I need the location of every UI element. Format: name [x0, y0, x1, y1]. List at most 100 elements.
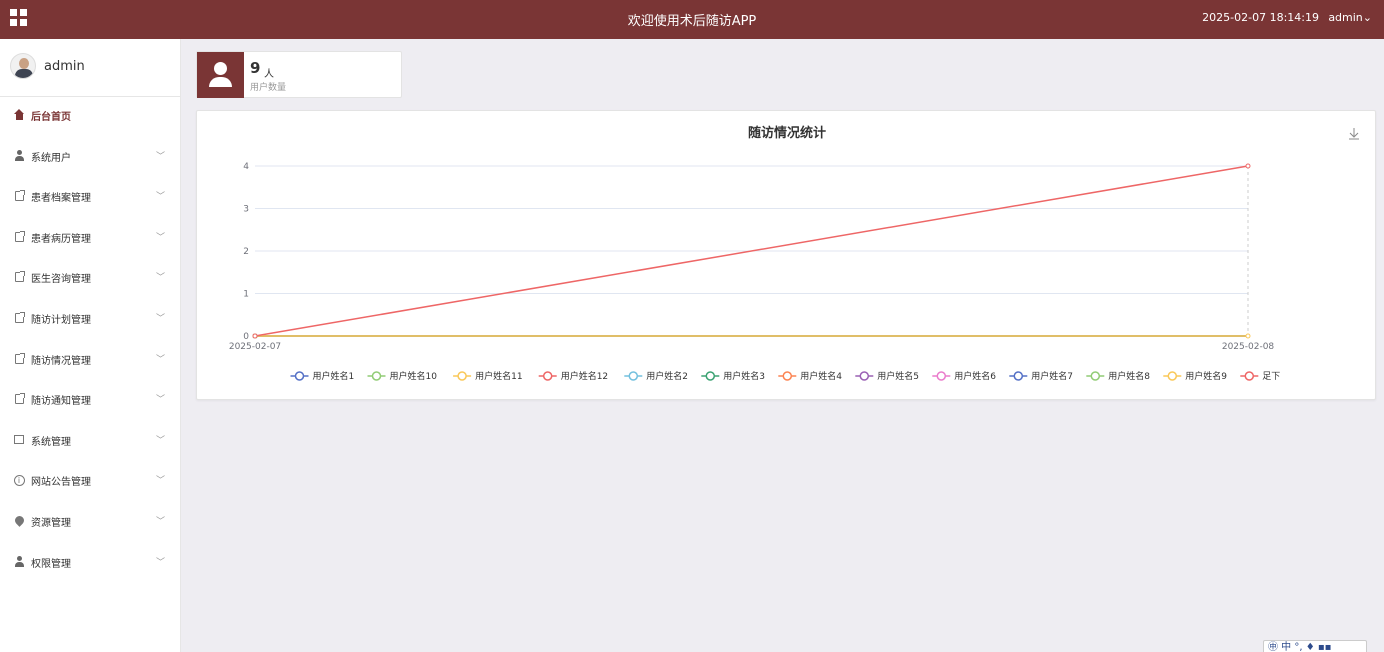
document-icon: [13, 352, 25, 365]
legend-item[interactable]: 用户姓名8: [1086, 370, 1150, 382]
info-icon: i: [13, 474, 25, 487]
top-bar: 欢迎使用术后随访APP 2025-02-07 18:14:19 admin⌄: [0, 0, 1384, 39]
sidebar-item-label: 系统管理: [31, 436, 71, 448]
legend-label: 用户姓名2: [646, 370, 688, 382]
legend-item[interactable]: 足下: [1240, 371, 1280, 382]
chevron-down-icon: ﹀: [155, 395, 165, 406]
sidebar-item-9[interactable]: i 网站公告管理 ﹀: [0, 461, 181, 501]
chart-title: 随访情况统计: [748, 125, 826, 141]
chevron-down-icon: ﹀: [155, 517, 165, 527]
user-count-unit: 人: [264, 69, 274, 80]
legend-label: 用户姓名6: [954, 370, 996, 382]
sidebar-item-4[interactable]: 医生咨询管理 ﹀: [0, 258, 181, 298]
legend-item[interactable]: 用户姓名12: [538, 370, 608, 382]
y-tick-label: 0: [243, 332, 249, 342]
legend-label: 用户姓名12: [561, 370, 608, 382]
user-menu-dropdown[interactable]: admin⌄: [1328, 11, 1372, 24]
sidebar-item-label: 随访情况管理: [31, 355, 91, 367]
y-tick-label: 4: [243, 162, 249, 172]
avatar: [10, 53, 36, 79]
legend-item[interactable]: 用户姓名4: [778, 370, 842, 382]
legend-label: 用户姓名8: [1108, 370, 1150, 382]
sidebar-item-2[interactable]: 患者档案管理 ﹀: [0, 177, 181, 217]
sidebar-item-6[interactable]: 随访情况管理 ﹀: [0, 340, 181, 380]
sidebar-item-11[interactable]: 权限管理 ﹀: [0, 543, 181, 583]
home-icon: [13, 109, 25, 121]
chevron-down-icon: ﹀: [155, 476, 165, 487]
sidebar-item-label: 权限管理: [31, 558, 71, 570]
legend-label: 用户姓名5: [877, 370, 919, 382]
location-icon: [12, 514, 26, 527]
chevron-down-icon: ﹀: [155, 314, 165, 324]
user-count-value: 9: [250, 59, 261, 77]
sidebar-item-label: 资源管理: [31, 518, 71, 529]
chevron-down-icon: ﹀: [155, 232, 165, 243]
sidebar-item-label: 医生咨询管理: [31, 274, 91, 286]
document-icon: [13, 312, 25, 324]
sidebar-item-10[interactable]: 资源管理 ﹀: [0, 502, 181, 542]
y-tick-label: 2: [243, 247, 249, 257]
chevron-down-icon: ﹀: [155, 192, 165, 203]
sidebar-item-3[interactable]: 患者病历管理 ﹀: [0, 218, 181, 258]
legend-label: 用户姓名7: [1031, 370, 1073, 382]
x-tick-label: 2025-02-07: [229, 342, 281, 352]
document-icon: [13, 393, 25, 405]
data-point: [1245, 163, 1251, 169]
y-tick-label: 1: [243, 290, 249, 300]
legend-label: 足下: [1262, 371, 1280, 382]
chart-panel: 随访情况统计 0 1 2 3 4 2025-02-07 2025-02-08 用户姓名1 用户姓名…: [196, 110, 1376, 400]
user-count-label: 用户数量: [250, 83, 287, 93]
sidebar-item-label: 患者档案管理: [31, 193, 91, 205]
sidebar-item-8[interactable]: 系统管理 ﹀: [0, 421, 181, 461]
chevron-down-icon: ﹀: [155, 354, 165, 365]
user-icon: [13, 149, 25, 162]
chevron-down-icon: ﹀: [155, 435, 165, 446]
chevron-down-icon: ﹀: [155, 151, 165, 162]
y-tick-label: 3: [243, 205, 249, 215]
sidebar-item-label: 随访通知管理: [31, 396, 91, 408]
user-count-card: 9 人 用户数量: [196, 51, 402, 98]
user-icon: [13, 555, 25, 568]
followup-chart: 随访情况统计 0 1 2 3 4 2025-02-07 2025-02-08 用户姓名1 用户姓名…: [229, 125, 1359, 382]
sidebar-item-0[interactable]: 后台首页: [0, 96, 181, 136]
profile-name: admin: [44, 59, 85, 74]
sidebar-item-1[interactable]: 系统用户 ﹀: [0, 137, 181, 177]
user-icon: [197, 52, 244, 98]
data-point: [1245, 333, 1251, 339]
legend-item[interactable]: 用户姓名3: [701, 370, 765, 382]
legend-label: 用户姓名9: [1185, 370, 1227, 382]
sidebar-profile: admin: [0, 39, 180, 97]
legend-label: 用户姓名3: [723, 370, 765, 382]
chevron-down-icon: ﹀: [155, 273, 165, 284]
document-icon: [13, 190, 25, 202]
legend-item[interactable]: 用户姓名10: [367, 370, 438, 382]
sidebar-item-label: 系统用户: [31, 152, 71, 164]
legend-item[interactable]: 用户姓名2: [624, 370, 688, 382]
sidebar-item-label: 患者病历管理: [31, 233, 91, 245]
document-icon: [13, 230, 25, 243]
x-tick-label: 2025-02-08: [1222, 342, 1275, 352]
ime-toolbar[interactable]: ㊥ 中 °, ♦ ▪▪: [1263, 640, 1367, 652]
sidebar-item-label: 随访计划管理: [31, 315, 91, 326]
legend-item[interactable]: 用户姓名1: [290, 370, 355, 382]
data-point: [252, 333, 258, 339]
legend-label: 用户姓名11: [475, 370, 522, 382]
sidebar-item-5[interactable]: 随访计划管理 ﹀: [0, 299, 181, 339]
sidebar: admin 后台首页 系统用户 ﹀ 患者档案管理 ﹀ 患者病历管理 ﹀ 医生咨询管理 ﹀ 随访计划…: [0, 39, 181, 652]
legend-item[interactable]: 用户姓名5: [855, 370, 919, 382]
legend-item[interactable]: 用户姓名11: [453, 370, 523, 382]
legend-item[interactable]: 用户姓名7: [1009, 370, 1073, 382]
sidebar-item-label: 后台首页: [31, 112, 71, 123]
chevron-down-icon: ﹀: [155, 557, 165, 568]
document-icon: [13, 271, 25, 283]
image-icon: [13, 434, 25, 446]
sidebar-item-label: 网站公告管理: [31, 477, 91, 489]
legend-item[interactable]: 用户姓名9: [1163, 370, 1227, 382]
app-title: 欢迎使用术后随访APP: [627, 14, 757, 29]
sidebar-item-7[interactable]: 随访通知管理 ﹀: [0, 380, 181, 420]
legend-item[interactable]: 用户姓名6: [932, 370, 996, 382]
download-icon[interactable]: [1349, 128, 1359, 140]
header-datetime: 2025-02-07 18:14:19: [1202, 11, 1319, 24]
legend-label: 用户姓名10: [390, 370, 438, 382]
legend-label: 用户姓名1: [313, 370, 355, 382]
